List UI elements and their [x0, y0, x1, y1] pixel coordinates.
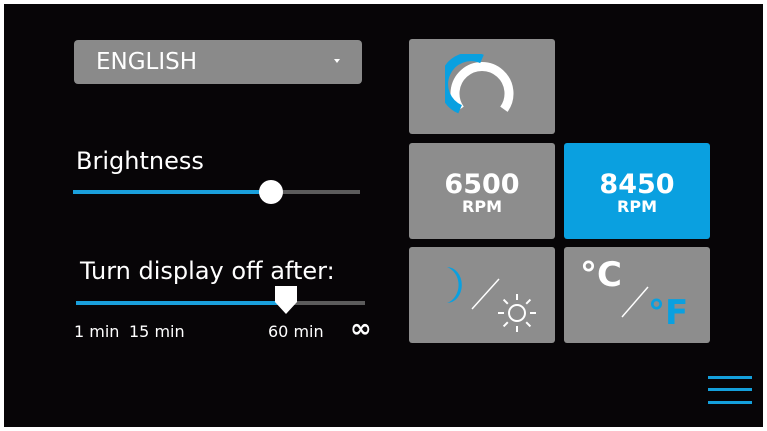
tick-15-min[interactable]: 15 min	[129, 322, 185, 341]
temperature-unit-tile[interactable]: °C °F	[564, 247, 710, 343]
gauge-tile[interactable]	[409, 39, 555, 134]
rpm-unit-label: RPM	[462, 197, 502, 216]
fahrenheit-label: °F	[648, 293, 689, 333]
language-selected-value: ENGLISH	[96, 49, 198, 75]
fan-mode-6500-button[interactable]: 6500 RPM	[409, 143, 555, 239]
brightness-label: Brightness	[76, 147, 204, 175]
rpm-value-6500: 6500	[444, 169, 520, 200]
rpm-value-8450: 8450	[599, 169, 675, 200]
tick-1-min[interactable]: 1 min	[74, 322, 119, 341]
rpm-unit-label: RPM	[617, 197, 657, 216]
brightness-track-empty[interactable]	[271, 190, 360, 194]
tick-60-min[interactable]: 60 min	[268, 322, 324, 341]
hamburger-menu-icon[interactable]	[708, 374, 752, 406]
display-off-label: Turn display off after:	[80, 257, 335, 285]
brightness-track-filled[interactable]	[73, 190, 271, 194]
display-off-track-empty[interactable]	[286, 301, 365, 305]
brightness-slider-thumb[interactable]	[259, 180, 283, 204]
display-off-track-filled[interactable]	[76, 301, 286, 305]
gauge-icon	[445, 54, 514, 114]
fan-mode-8450-button[interactable]: 8450 RPM	[564, 143, 710, 239]
language-dropdown[interactable]: ENGLISH	[74, 40, 362, 84]
day-night-tile[interactable]	[409, 247, 555, 343]
chevron-down-icon	[334, 59, 340, 63]
display-off-slider-thumb[interactable]	[275, 286, 297, 314]
moon-sun-icon	[447, 267, 536, 332]
screen: ENGLISH Brightness Turn display off afte…	[4, 4, 763, 427]
tick-infinity[interactable]: ∞	[350, 314, 372, 344]
